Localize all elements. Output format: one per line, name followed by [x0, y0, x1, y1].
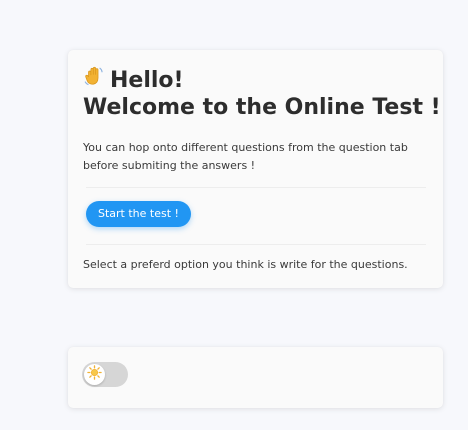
hello-text: Hello! — [110, 68, 184, 93]
divider — [86, 244, 426, 245]
instructions-text: Select a preferd option you think is wri… — [83, 258, 408, 271]
toggle-knob — [84, 364, 105, 385]
start-test-button[interactable]: Start the test ! — [86, 201, 191, 227]
welcome-heading: Welcome to the Online Test ! — [83, 95, 441, 120]
intro-description: You can hop onto different questions fro… — [83, 141, 408, 172]
sun-icon — [87, 365, 102, 384]
page: Hello! Welcome to the Online Test ! You … — [0, 0, 468, 430]
theme-card — [68, 347, 443, 408]
intro-card: Hello! Welcome to the Online Test ! You … — [68, 50, 443, 288]
divider — [86, 187, 426, 188]
waving-hand-icon — [83, 65, 105, 94]
theme-toggle[interactable] — [82, 362, 128, 387]
hello-heading: Hello! — [83, 65, 428, 94]
